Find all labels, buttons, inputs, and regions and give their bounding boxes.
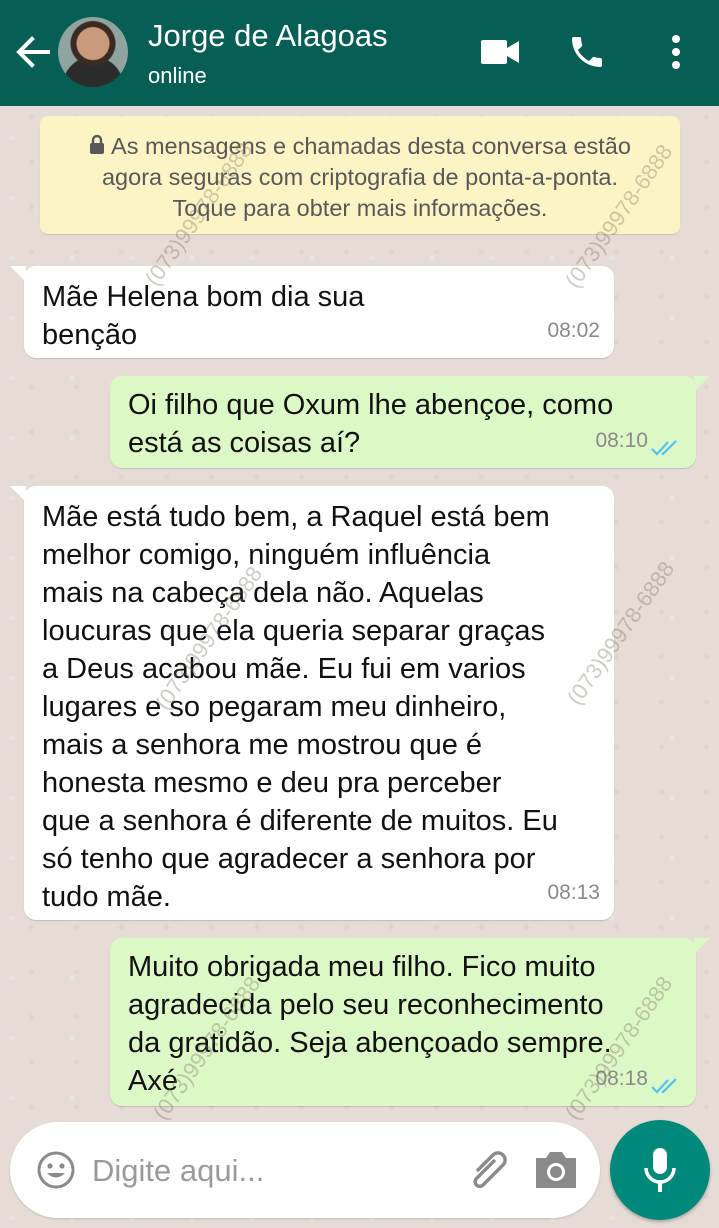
message-input[interactable] xyxy=(90,1144,454,1198)
attach-icon[interactable] xyxy=(466,1148,512,1194)
notice-line-2: agora seguras com criptografia de ponta-… xyxy=(101,164,618,190)
message-time: 08:10 xyxy=(595,429,648,452)
read-receipt-icon xyxy=(651,440,677,456)
message-incoming[interactable]: Mãe Helena bom dia sua benção 08:02 xyxy=(10,266,614,358)
message-text: Oi filho que Oxum lhe abençoe, como está… xyxy=(128,389,614,459)
message-time: 08:13 xyxy=(547,881,600,904)
emoji-icon[interactable] xyxy=(36,1150,76,1190)
phone-icon[interactable] xyxy=(567,32,607,72)
notice-line-1: As mensagens e chamadas desta conversa e… xyxy=(111,133,631,159)
camera-icon[interactable] xyxy=(534,1150,578,1190)
message-text: Mãe está tudo bem, a Raquel está bem mel… xyxy=(42,501,558,913)
avatar[interactable] xyxy=(58,17,128,87)
read-receipt-icon xyxy=(651,1078,677,1094)
more-vertical-icon[interactable] xyxy=(666,34,686,70)
message-incoming[interactable]: Mãe está tudo bem, a Raquel está bem mel… xyxy=(10,486,614,920)
encryption-notice[interactable]: As mensagens e chamadas desta conversa e… xyxy=(40,116,680,234)
back-arrow-icon[interactable] xyxy=(12,32,52,72)
message-outgoing[interactable]: Oi filho que Oxum lhe abençoe, como está… xyxy=(110,376,710,468)
video-call-icon[interactable] xyxy=(481,38,521,66)
message-text: Mãe Helena bom dia sua benção xyxy=(42,281,365,351)
lock-icon xyxy=(90,134,105,154)
mic-icon xyxy=(644,1148,676,1192)
contact-name[interactable]: Jorge de Alagoas xyxy=(148,18,388,54)
notice-line-3: Toque para obter mais informações. xyxy=(172,195,548,221)
chat-header: Jorge de Alagoas online xyxy=(0,0,719,106)
mic-button[interactable] xyxy=(610,1120,710,1220)
contact-status: online xyxy=(148,63,207,88)
message-composer xyxy=(10,1122,600,1218)
message-time: 08:02 xyxy=(547,319,600,342)
